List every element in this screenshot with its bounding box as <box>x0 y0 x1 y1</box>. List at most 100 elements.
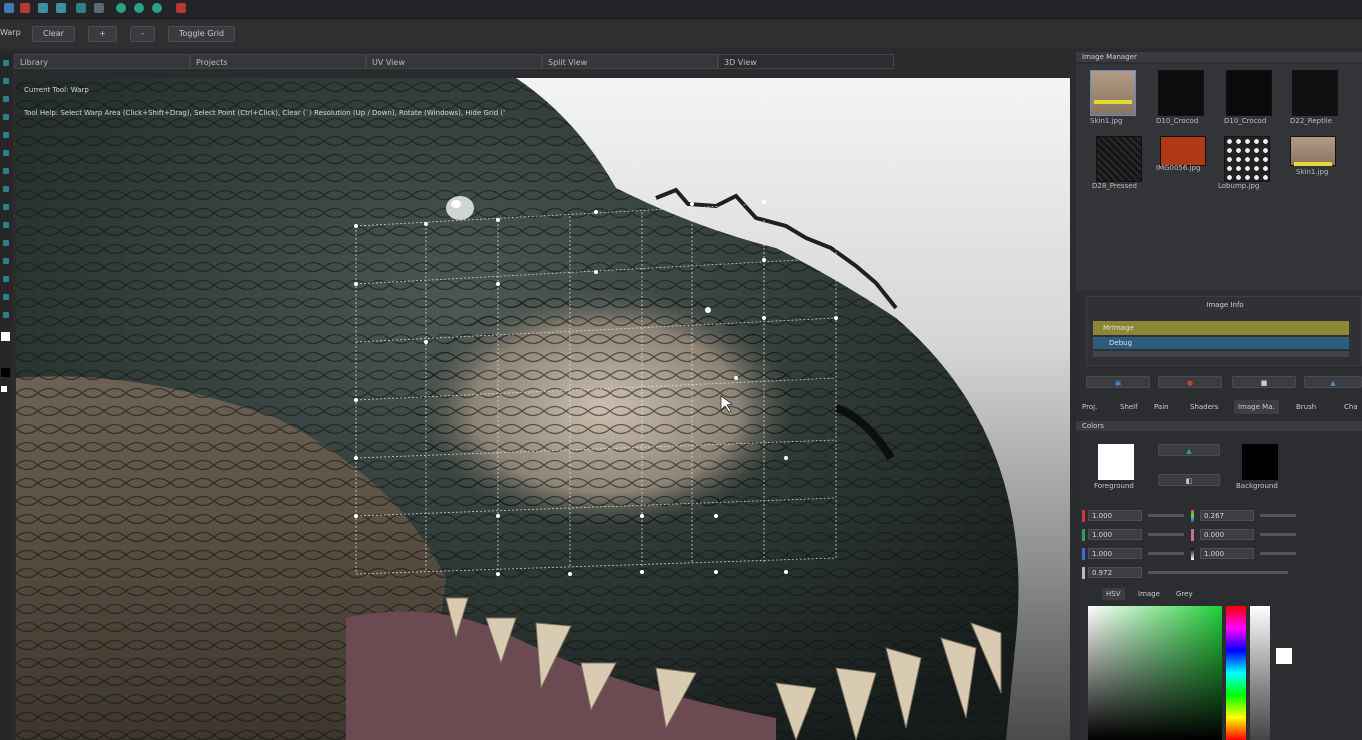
image-info-row-debug[interactable]: Debug <box>1093 337 1349 349</box>
thumbnail-selection-bar <box>1294 162 1332 166</box>
clone-tool-icon[interactable] <box>3 132 9 138</box>
image-info-row-mrimage[interactable]: MrImage <box>1093 321 1349 335</box>
swap-colors-button[interactable]: ▲ <box>1158 444 1220 456</box>
light-icon[interactable] <box>152 3 162 13</box>
tab-pain[interactable]: Pain <box>1154 403 1169 411</box>
fill-tool-icon[interactable] <box>3 168 9 174</box>
saturation-value-picker[interactable] <box>1088 606 1222 740</box>
thumbnail-lobump[interactable] <box>1224 136 1270 182</box>
import-image-button[interactable]: ▣ <box>1086 376 1150 388</box>
layer-icon[interactable] <box>116 3 126 13</box>
color-preview-swatch <box>1276 648 1292 664</box>
decrease-button[interactable]: - <box>130 26 155 42</box>
eraser-tool-icon[interactable] <box>3 150 9 156</box>
tab-split-view[interactable]: Split View <box>542 54 718 69</box>
tab-image-manager[interactable]: Image Ma. <box>1234 400 1279 414</box>
tab-shelf[interactable]: Shelf <box>1120 403 1138 411</box>
thumbnail-label: D10_Crocod <box>1156 117 1199 125</box>
pan-tool-icon[interactable] <box>3 258 9 264</box>
move-tool-icon[interactable] <box>3 78 9 84</box>
value-value-field[interactable]: 1.000 <box>1200 548 1254 559</box>
tab-projects[interactable]: Projects <box>190 54 366 69</box>
thumbnail-skin1[interactable] <box>1090 70 1136 116</box>
blue-channel-indicator <box>1082 548 1085 560</box>
image-manager-header: Image Manager <box>1076 52 1362 62</box>
foreground-swatch[interactable] <box>1098 444 1134 480</box>
record-icon[interactable] <box>20 3 30 13</box>
value-channel-indicator <box>1191 548 1194 560</box>
toggle-grid-button[interactable]: Toggle Grid <box>168 26 236 42</box>
smudge-tool-icon[interactable] <box>3 114 9 120</box>
tab-channels[interactable]: Cha <box>1344 403 1358 411</box>
save-file-icon[interactable] <box>56 3 66 13</box>
tab-library[interactable]: Library <box>14 54 190 69</box>
thumbnail-img0056[interactable] <box>1160 136 1206 166</box>
eyedropper-tool-icon[interactable] <box>3 276 9 282</box>
alpha-value-field[interactable]: 0.972 <box>1088 567 1142 578</box>
tab-proj[interactable]: Proj. <box>1082 403 1097 411</box>
image-info-title: Image Info <box>1206 301 1244 309</box>
open-file-icon[interactable] <box>38 3 48 13</box>
tab-uv-view[interactable]: UV View <box>366 54 542 69</box>
record-image-button[interactable]: ● <box>1158 376 1222 388</box>
current-tool-text: Current Tool: Warp <box>24 86 89 94</box>
image-info-scrollbar[interactable] <box>1093 351 1349 357</box>
saturation-value-field[interactable]: 0.000 <box>1200 529 1254 540</box>
background-swatch[interactable] <box>1242 444 1278 480</box>
alpha-channel-indicator <box>1082 567 1085 579</box>
tab-grey[interactable]: Grey <box>1176 590 1193 598</box>
thumbnail-label: D10_Crocod <box>1224 117 1267 125</box>
select-tool-icon[interactable] <box>3 60 9 66</box>
clear-button[interactable]: Clear <box>32 26 75 42</box>
hue-strip[interactable] <box>1226 606 1246 740</box>
image-manager-grid: Skin1.jpg D10_Crocod D10_Crocod D22_Rept… <box>1076 64 1362 290</box>
3d-viewport[interactable]: Current Tool: Warp Tool Help: Select War… <box>16 78 1070 740</box>
thumbnail-d10-crocod-2[interactable] <box>1226 70 1272 116</box>
line-tool-icon[interactable] <box>3 204 9 210</box>
stamp-tool-icon[interactable] <box>3 222 9 228</box>
delete-image-button[interactable]: ■ <box>1232 376 1296 388</box>
red-value-field[interactable]: 1.000 <box>1088 510 1142 521</box>
close-icon[interactable] <box>176 3 186 13</box>
new-file-icon[interactable] <box>4 3 14 13</box>
colors-header: Colors <box>1076 421 1362 431</box>
tab-hsv[interactable]: HSV <box>1102 588 1125 600</box>
tool-name-label: Warp <box>0 28 21 37</box>
warp-tool-icon[interactable] <box>3 186 9 192</box>
foreground-color-swatch[interactable] <box>1 332 10 341</box>
right-panel: Image Manager Skin1.jpg D10_Crocod D10_C… <box>1076 52 1362 740</box>
green-slider[interactable] <box>1148 533 1184 536</box>
value-slider[interactable] <box>1260 552 1296 555</box>
tab-3d-view[interactable]: 3D View <box>718 54 894 69</box>
background-color-swatch[interactable] <box>1 368 10 377</box>
export-image-button[interactable]: ▲ <box>1304 376 1362 388</box>
hue-slider[interactable] <box>1260 514 1296 517</box>
tab-shaders[interactable]: Shaders <box>1190 403 1218 411</box>
red-slider[interactable] <box>1148 514 1184 517</box>
paint-tool-icon[interactable] <box>3 96 9 102</box>
brush-icon[interactable] <box>76 3 86 13</box>
transform-icon[interactable] <box>94 3 104 13</box>
green-channel-indicator <box>1082 529 1085 541</box>
hue-value-field[interactable]: 0.267 <box>1200 510 1254 521</box>
tab-brush[interactable]: Brush <box>1296 403 1316 411</box>
material-icon[interactable] <box>134 3 144 13</box>
dodge-tool-icon[interactable] <box>3 312 9 318</box>
alpha-slider[interactable] <box>1148 571 1288 574</box>
saturation-slider[interactable] <box>1260 533 1296 536</box>
blue-value-field[interactable]: 1.000 <box>1088 548 1142 559</box>
increase-button[interactable]: + <box>88 26 117 42</box>
blue-slider[interactable] <box>1148 552 1184 555</box>
tab-image[interactable]: Image <box>1138 590 1160 598</box>
thumbnail-d22-reptile[interactable] <box>1292 70 1338 116</box>
thumbnail-d28-pressed[interactable] <box>1096 136 1142 182</box>
hue-channel-indicator <box>1191 510 1194 522</box>
zoom-tool-icon[interactable] <box>3 240 9 246</box>
background-label: Background <box>1236 482 1278 490</box>
reset-colors-button[interactable]: ◧ <box>1158 474 1220 486</box>
blur-tool-icon[interactable] <box>3 294 9 300</box>
thumbnail-d10-crocod-1[interactable] <box>1158 70 1204 116</box>
green-value-field[interactable]: 1.000 <box>1088 529 1142 540</box>
swap-colors-icon[interactable] <box>1 386 7 392</box>
alpha-strip[interactable] <box>1250 606 1270 740</box>
